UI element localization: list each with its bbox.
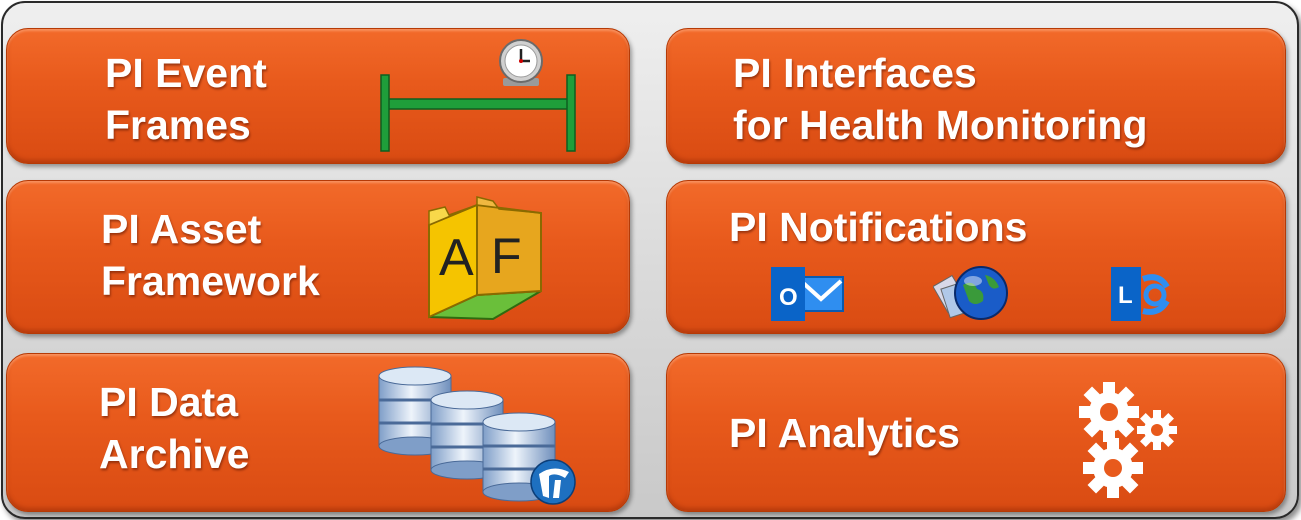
timeline-icon xyxy=(380,74,576,152)
database-stack-icon xyxy=(378,366,576,505)
gear-bottom-icon xyxy=(1083,438,1143,498)
asset-framework-icon: A F xyxy=(428,196,542,321)
tile-pi-data-archive-title: PI Data Archive xyxy=(99,379,250,477)
tile-pi-asset-framework: PI Asset Framework A F xyxy=(6,180,630,334)
svg-text:L: L xyxy=(1118,282,1133,309)
tile-pi-interfaces: PI Interfaces for Health Monitoring xyxy=(666,28,1286,164)
gear-large-icon xyxy=(1079,382,1139,442)
tile-pi-analytics-title: PI Analytics xyxy=(729,410,960,456)
clock-icon xyxy=(499,39,543,86)
svg-text:A: A xyxy=(439,229,474,287)
svg-text:O: O xyxy=(779,284,798,311)
outlook-icon: O xyxy=(771,267,844,321)
tile-pi-event-frames: PI Event Frames xyxy=(6,28,630,164)
pi-logo-icon xyxy=(530,459,576,505)
tile-pi-notifications-title: PI Notifications xyxy=(729,204,1028,250)
globe-icon xyxy=(933,266,1008,320)
gear-small-icon xyxy=(1137,410,1177,450)
tile-pi-asset-framework-title: PI Asset Framework xyxy=(101,206,320,304)
tile-pi-interfaces-title: PI Interfaces for Health Monitoring xyxy=(733,50,1148,148)
gears-icon xyxy=(1079,382,1177,498)
tile-pi-analytics: PI Analytics xyxy=(666,353,1286,512)
tile-pi-event-frames-title: PI Event Frames xyxy=(105,50,267,148)
lync-icon: L xyxy=(1111,267,1170,321)
tile-pi-notifications: PI Notifications O L xyxy=(666,180,1286,334)
tile-pi-data-archive: PI Data Archive xyxy=(6,353,630,512)
svg-text:F: F xyxy=(491,228,522,284)
